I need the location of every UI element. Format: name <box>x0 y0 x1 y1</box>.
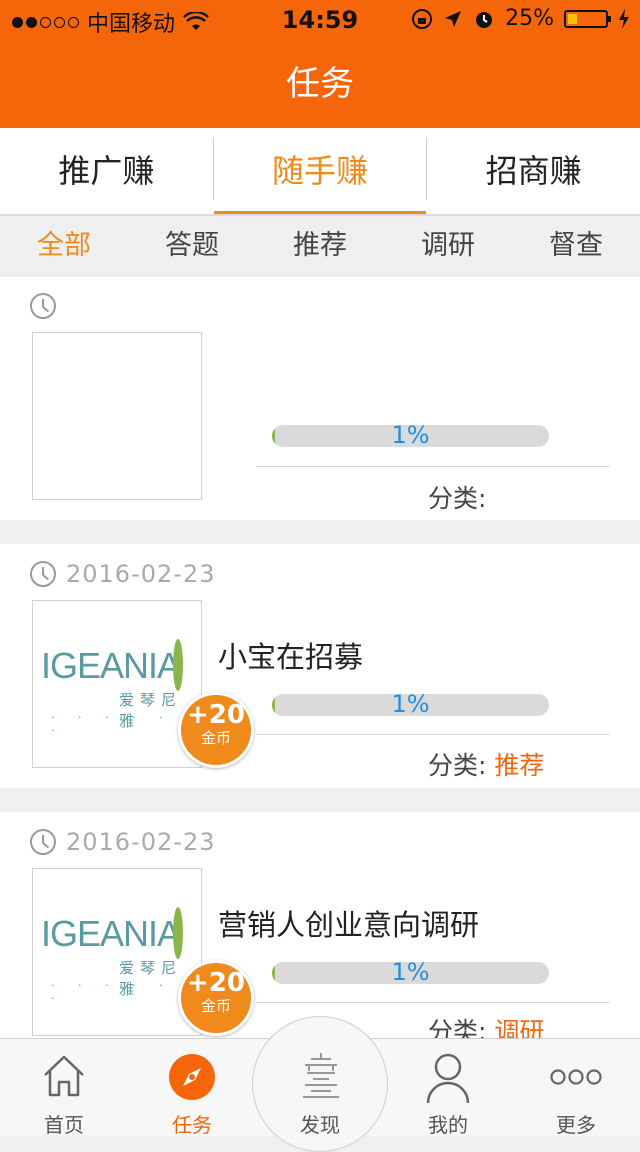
tabbar-discover[interactable]: 发现 <box>252 1016 388 1152</box>
progress-bar: 1% <box>272 962 549 984</box>
task-card[interactable]: 2016-02-23 IGEANIA 爱琴尼雅 · · · · · · · 营销… <box>0 812 640 1038</box>
tabbar-more[interactable]: 更多 <box>512 1039 640 1137</box>
page-title: 任务 <box>286 64 354 104</box>
task-date: 2016-02-23 <box>66 828 216 856</box>
status-bar: 中国移动 14:59 25% <box>0 0 640 40</box>
divider <box>256 734 610 735</box>
progress-label: 1% <box>391 962 430 984</box>
brand-logo: IGEANIA <box>41 913 181 954</box>
progress-bar: 1% <box>272 425 549 447</box>
filter-survey[interactable]: 调研 <box>384 216 512 276</box>
tab-casual-earn[interactable]: 随手赚 <box>213 128 427 214</box>
tab-merchant-earn[interactable]: 招商赚 <box>427 128 640 214</box>
leaf-icon <box>173 639 183 691</box>
clock-icon <box>30 293 56 319</box>
coin-amount: +20 <box>187 700 245 730</box>
compass-icon <box>169 1054 215 1100</box>
discover-icon <box>303 1053 339 1098</box>
tabbar-home[interactable]: 首页 <box>0 1039 128 1137</box>
coin-amount: +20 <box>187 968 245 998</box>
filter-inspect[interactable]: 督查 <box>512 216 640 276</box>
task-category: 分类: <box>428 479 486 515</box>
task-card[interactable]: 2016-02-23 IGEANIA 爱琴尼雅 · · · · · · · 小宝… <box>0 544 640 788</box>
divider <box>256 1002 610 1003</box>
category-label: 分类: <box>428 484 487 513</box>
tabbar-tasks[interactable]: 任务 <box>128 1039 256 1137</box>
task-title: 营销人创业意向调研 <box>218 908 480 942</box>
user-icon <box>426 1053 470 1104</box>
task-thumbnail: IGEANIA 爱琴尼雅 · · · · · · · <box>32 600 202 768</box>
task-category: 分类: 推荐 <box>428 746 544 782</box>
top-tabs: 推广赚 随手赚 招商赚 <box>0 128 640 216</box>
divider <box>256 466 610 467</box>
alarm-icon <box>476 11 493 28</box>
battery-icon <box>564 9 611 28</box>
category-value: 调研 <box>494 1017 545 1038</box>
home-icon <box>44 1055 84 1097</box>
category-value: 推荐 <box>494 751 545 780</box>
progress-bar: 1% <box>272 694 549 716</box>
brand-logo: IGEANIA <box>41 645 181 686</box>
task-title: 小宝在招募 <box>218 640 364 674</box>
task-card[interactable]: 1% 分类: <box>0 277 640 520</box>
progress-label: 1% <box>391 694 430 716</box>
tabbar-mine[interactable]: 我的 <box>384 1039 512 1137</box>
task-date: 2016-02-23 <box>66 560 216 588</box>
task-thumbnail: IGEANIA 爱琴尼雅 · · · · · · · <box>32 868 202 1036</box>
location-icon <box>445 10 462 27</box>
category-label: 分类: <box>428 1017 487 1038</box>
clock-icon <box>30 829 56 855</box>
tab-promote-earn[interactable]: 推广赚 <box>0 128 213 214</box>
task-thumbnail <box>32 332 202 500</box>
tabbar-label: 首页 <box>44 1113 84 1137</box>
tabbar-label: 我的 <box>428 1113 468 1137</box>
filter-recommend[interactable]: 推荐 <box>256 216 384 276</box>
clock-icon <box>30 561 56 587</box>
tabbar-label: 更多 <box>556 1113 596 1137</box>
nav-bar: 任务 <box>0 40 640 128</box>
filter-tabs: 全部 答题 推荐 调研 督查 <box>0 216 640 276</box>
more-icon <box>550 1069 602 1085</box>
leaf-icon <box>173 907 183 959</box>
status-right: 25% <box>411 6 630 31</box>
coin-unit: 金币 <box>200 997 231 1015</box>
tabbar-label: 任务 <box>172 1113 212 1137</box>
filter-quiz[interactable]: 答题 <box>128 216 256 276</box>
coin-badge: +20 金币 <box>178 960 254 1036</box>
task-category: 分类: 调研 <box>428 1012 544 1038</box>
coin-unit: 金币 <box>200 729 231 747</box>
battery-label: 25% <box>505 6 554 31</box>
progress-label: 1% <box>391 425 430 447</box>
charging-icon <box>619 8 629 29</box>
filter-all[interactable]: 全部 <box>0 216 128 276</box>
category-label: 分类: <box>428 751 487 780</box>
coin-badge: +20 金币 <box>178 692 254 768</box>
tabbar-label: 发现 <box>300 1113 340 1137</box>
rotation-lock-icon <box>412 8 433 29</box>
